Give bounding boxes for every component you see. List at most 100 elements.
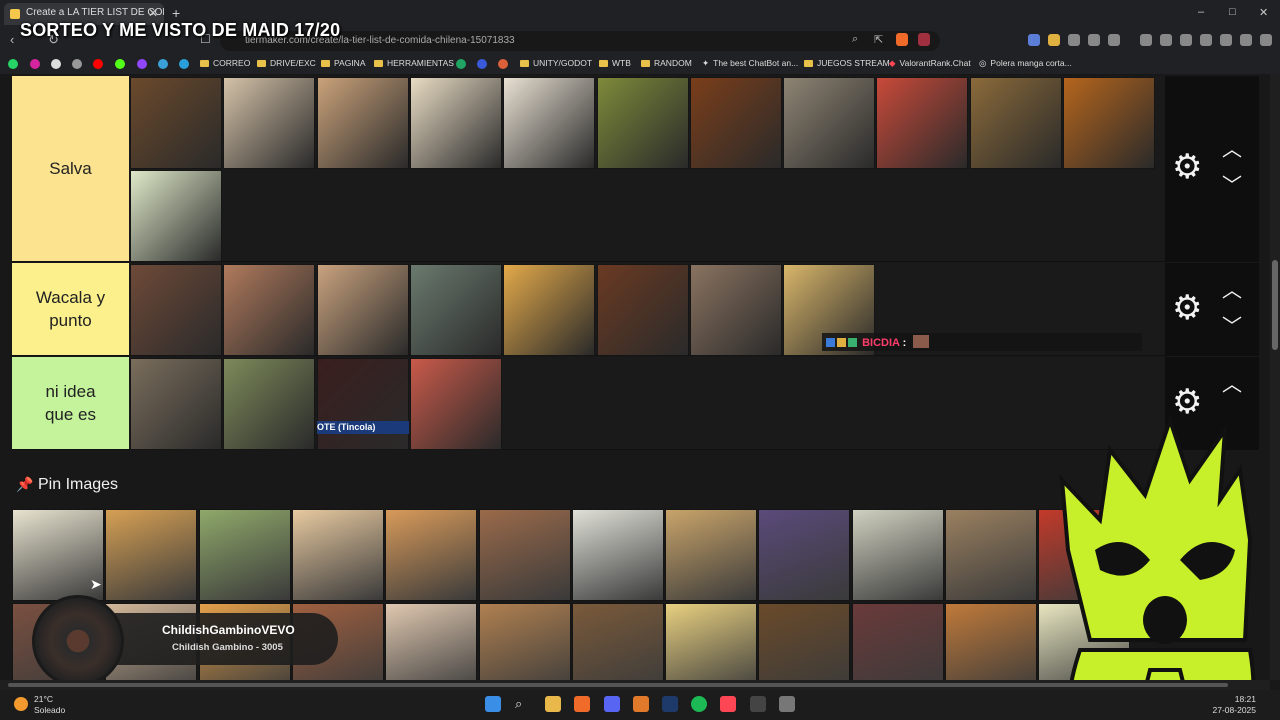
brave-rewards-icon[interactable] (918, 33, 930, 46)
brave-shield-icon[interactable] (896, 33, 908, 46)
kick-icon[interactable] (115, 59, 125, 69)
pin-image-tile[interactable] (385, 509, 478, 601)
share-icon[interactable]: ⇱ (874, 33, 883, 46)
move-up-icon[interactable]: ︿ (1222, 281, 1242, 301)
instagram-icon[interactable] (30, 59, 40, 69)
bookmark-folder-pagina[interactable]: PAGINA (321, 58, 366, 68)
pin-image-tile[interactable] (665, 509, 758, 601)
move-down-icon[interactable]: ﹀ (1222, 176, 1242, 196)
pin-image-tile[interactable] (571, 509, 664, 601)
pin-image-tile[interactable] (851, 509, 944, 601)
file-explorer-icon[interactable] (545, 696, 561, 712)
tier-label[interactable]: Wacala y punto (12, 263, 129, 355)
bookmark-folder-wtb[interactable]: WTB (599, 58, 631, 68)
puzzle-icon[interactable] (1088, 34, 1100, 46)
food-tile[interactable] (689, 77, 782, 169)
bookmark-site-icon[interactable] (498, 59, 508, 69)
spotify-icon[interactable] (691, 696, 707, 712)
telegram-icon[interactable] (179, 59, 189, 69)
pin-image-tile[interactable] (478, 509, 571, 601)
x-icon[interactable] (51, 59, 61, 69)
food-tile[interactable] (969, 77, 1062, 169)
food-tile[interactable] (316, 358, 409, 450)
scrollbar-thumb[interactable] (1272, 260, 1278, 350)
system-clock[interactable]: 18:21 27-08-2025 (1213, 694, 1256, 716)
food-tile[interactable] (503, 77, 596, 169)
settings-gear-icon[interactable]: ⚙ (1172, 150, 1202, 184)
close-tab-icon[interactable]: ✕ (148, 6, 158, 20)
pin-image-tile[interactable] (198, 509, 291, 601)
extension-icon[interactable] (1108, 34, 1120, 46)
new-tab-button[interactable]: + (172, 5, 180, 21)
tier-label[interactable]: Salva (12, 76, 129, 261)
valorant-icon[interactable] (720, 696, 736, 712)
food-tile[interactable] (316, 264, 409, 356)
music-icon[interactable] (1160, 34, 1172, 46)
bookmark-site-icon[interactable] (477, 59, 487, 69)
food-tile[interactable] (409, 264, 502, 356)
food-tile[interactable] (223, 358, 316, 450)
food-tile[interactable] (783, 77, 876, 169)
bookmark-folder-herramientas[interactable]: HERRAMIENTAS (374, 58, 454, 68)
download-icon[interactable] (1140, 34, 1152, 46)
extension-icon[interactable] (1048, 34, 1060, 46)
brave-browser-icon[interactable] (574, 696, 590, 712)
pin-image-tile[interactable] (291, 509, 384, 601)
pin-image-tile[interactable] (758, 509, 851, 601)
bookmark-polera[interactable]: ◎ Polera manga corta... (979, 58, 1072, 69)
settings-gear-icon[interactable]: ⚙ (1172, 291, 1202, 325)
apple-icon[interactable] (72, 59, 82, 69)
food-tile[interactable] (130, 264, 222, 356)
back-button[interactable]: ‹ (10, 32, 14, 47)
food-tile[interactable] (1063, 77, 1155, 169)
bookmark-folder-correo[interactable]: CORREO (200, 58, 250, 68)
food-tile[interactable] (689, 264, 782, 356)
food-tile[interactable] (130, 77, 222, 169)
maximize-button[interactable]: □ (1229, 6, 1236, 18)
extension-icon[interactable] (1068, 34, 1080, 46)
food-tile[interactable] (223, 264, 316, 356)
bookmark-folder-drive[interactable]: DRIVE/EXC (257, 58, 316, 68)
blender-icon[interactable] (633, 696, 649, 712)
move-down-icon[interactable]: ﹀ (1222, 317, 1242, 337)
windows-start-icon[interactable] (485, 696, 501, 712)
food-tile[interactable] (130, 170, 222, 262)
close-window-button[interactable]: ✕ (1259, 6, 1268, 19)
food-tile[interactable] (130, 358, 222, 450)
pin-image-tile[interactable] (105, 509, 198, 601)
bookmark-site-icon[interactable] (456, 59, 466, 69)
food-tile[interactable] (876, 77, 969, 169)
vpn-icon[interactable] (1240, 34, 1252, 46)
search-icon[interactable]: ⌕ (515, 696, 531, 712)
weather-widget[interactable]: 21°C Soleado (14, 694, 65, 716)
food-tile[interactable] (409, 77, 502, 169)
search-icon[interactable]: ⌕ (852, 33, 858, 46)
whatsapp-icon[interactable] (8, 59, 18, 69)
move-up-icon[interactable]: ︿ (1222, 140, 1242, 160)
food-tile[interactable] (503, 264, 596, 356)
photoshop-icon[interactable] (662, 696, 678, 712)
obs-icon[interactable] (750, 696, 766, 712)
bookmark-site-icon[interactable] (158, 59, 168, 69)
horizontal-scrollbar-thumb[interactable] (8, 683, 1228, 687)
vertical-scrollbar[interactable] (1270, 74, 1280, 680)
sidebar-icon[interactable] (1180, 34, 1192, 46)
bookmark-valorant[interactable]: ◆ ValorantRank.Chat (889, 58, 971, 69)
food-tile[interactable] (596, 264, 689, 356)
twitch-icon[interactable] (137, 59, 147, 69)
extension-icon[interactable] (1028, 34, 1040, 46)
bookmark-chatbot[interactable]: ✦ The best ChatBot an... (702, 58, 798, 69)
settings-gear-icon[interactable] (779, 696, 795, 712)
bookmark-folder-juegos[interactable]: JUEGOS STREAM (804, 58, 890, 68)
tier-label[interactable]: ni idea que es (12, 357, 129, 449)
food-tile[interactable] (223, 77, 316, 169)
food-tile[interactable] (596, 77, 689, 169)
discord-icon[interactable] (604, 696, 620, 712)
youtube-icon[interactable] (93, 59, 103, 69)
pin-image-tile[interactable] (945, 509, 1037, 601)
move-up-icon[interactable]: ︿ (1222, 375, 1242, 395)
bookmark-folder-random[interactable]: RANDOM (641, 58, 692, 68)
wallet-icon[interactable] (1200, 34, 1212, 46)
food-tile[interactable] (316, 77, 409, 169)
minimize-button[interactable]: – (1198, 6, 1204, 18)
